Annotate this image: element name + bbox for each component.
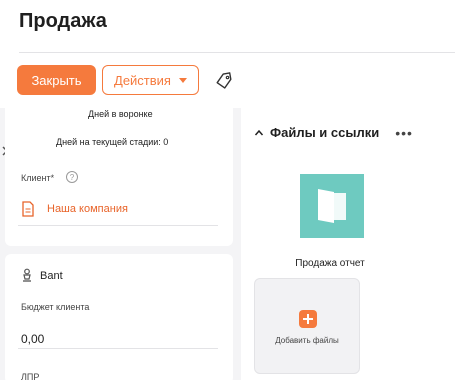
files-section-header: Файлы и ссылки ••• — [254, 125, 413, 140]
bant-icon — [21, 268, 33, 282]
file-name[interactable]: Продажа отчет — [255, 258, 405, 269]
header: Продажа Закрыть Действия — [0, 0, 455, 108]
actions-dropdown-button[interactable]: Действия — [102, 65, 199, 95]
client-field-underline — [18, 225, 218, 226]
document-icon — [21, 201, 35, 217]
chevron-up-icon[interactable] — [254, 128, 264, 138]
actions-button-label: Действия — [114, 72, 171, 88]
files-section-title: Файлы и ссылки — [270, 125, 380, 140]
budget-field-underline — [18, 348, 218, 349]
client-link[interactable]: Наша компания — [47, 203, 128, 215]
chevron-down-icon — [178, 78, 187, 83]
page-title: Продажа — [19, 10, 107, 32]
close-button[interactable]: Закрыть — [17, 65, 96, 95]
help-icon[interactable]: ? — [66, 171, 78, 183]
days-in-funnel-label: Дней в воронке — [88, 109, 153, 119]
add-files-button[interactable]: Добавить файлы — [254, 278, 360, 374]
tag-icon[interactable] — [213, 70, 235, 92]
file-thumbnail[interactable] — [300, 174, 364, 238]
days-in-stage-label: Дней на текущей стадии: 0 — [56, 137, 169, 147]
budget-field-value[interactable]: 0,00 — [21, 332, 44, 346]
more-options-icon[interactable]: ••• — [395, 126, 413, 140]
budget-field-label: Бюджет клиента — [21, 302, 90, 312]
client-field-label: Клиент* — [21, 173, 55, 183]
decision-maker-field-label: ЛПР — [21, 372, 40, 380]
add-files-label: Добавить файлы — [275, 336, 339, 345]
header-divider — [19, 52, 455, 53]
document-file-icon — [318, 189, 346, 223]
bant-section-title: Bant — [40, 270, 63, 282]
plus-icon — [299, 310, 317, 328]
